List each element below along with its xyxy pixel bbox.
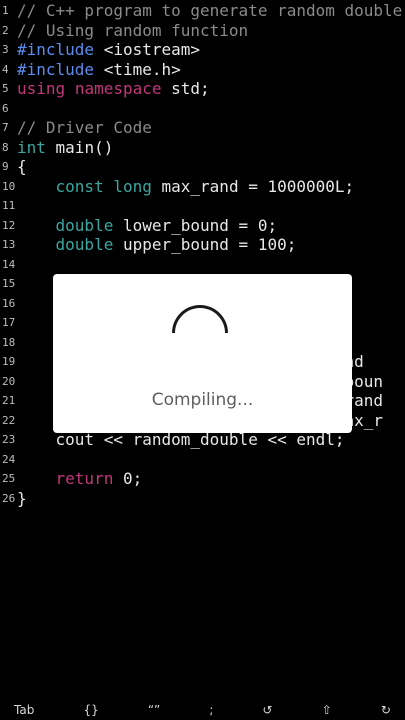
- code-token: return: [55, 469, 114, 488]
- code-token: // C++ program to generate random double: [17, 1, 403, 20]
- code-text: using namespace std;: [17, 79, 210, 99]
- code-line[interactable]: 25 return 0;: [0, 469, 405, 489]
- code-token: // Driver Code: [17, 118, 152, 137]
- code-token: namespace: [74, 79, 162, 98]
- line-number: 9: [2, 160, 9, 173]
- line-number: 20: [2, 374, 16, 388]
- code-line[interactable]: 24: [0, 450, 405, 470]
- code-line[interactable]: 14: [0, 255, 405, 275]
- code-token: double: [55, 235, 114, 254]
- code-line[interactable]: 11: [0, 196, 405, 216]
- line-number: 8: [2, 140, 9, 154]
- code-text: // C++ program to generate random double: [17, 1, 402, 21]
- braces-key[interactable]: {}: [83, 703, 98, 717]
- code-text: return 0;: [17, 469, 143, 489]
- code-line[interactable]: 1 // C++ program to generate random doubl…: [0, 1, 405, 21]
- code-line[interactable]: 10 const long max_rand = 1000000L;: [0, 177, 405, 197]
- code-token: using: [17, 79, 66, 98]
- line-number: 10: [2, 179, 16, 193]
- line-number: 24: [2, 452, 16, 466]
- quotes-key[interactable]: “”: [148, 703, 160, 717]
- line-number: 1: [2, 4, 9, 17]
- line-number: 4: [2, 62, 9, 76]
- code-text: }: [17, 489, 27, 509]
- line-number: 7: [2, 121, 9, 134]
- code-text: // Using random function: [17, 21, 248, 41]
- line-number: 17: [2, 316, 16, 329]
- code-line[interactable]: 5 using namespace std;: [0, 79, 405, 99]
- code-line[interactable]: 26}: [0, 489, 405, 509]
- code-text: #include <iostream>: [17, 40, 200, 60]
- semicolon-key[interactable]: ;: [209, 703, 213, 717]
- code-text: {: [17, 157, 27, 177]
- code-token: #include: [17, 59, 95, 79]
- code-token: const: [55, 176, 104, 196]
- line-number: 16: [2, 296, 16, 310]
- code-line[interactable]: 9{: [0, 157, 405, 177]
- code-token: upper_bound = 100;: [113, 235, 297, 254]
- code-token: max_rand = 1000000L;: [151, 176, 355, 196]
- code-text: // Driver Code: [17, 118, 152, 138]
- code-token: 0;: [113, 469, 143, 488]
- line-number: 5: [2, 82, 9, 95]
- code-line[interactable]: 13 double upper_bound = 100;: [0, 235, 405, 255]
- code-line[interactable]: 7 // Driver Code: [0, 118, 405, 138]
- compiling-status-text: Compiling...: [151, 390, 254, 410]
- code-token: int: [17, 137, 46, 157]
- code-text: const long max_rand = 1000000L;: [17, 176, 355, 197]
- line-number: 6: [2, 101, 9, 115]
- code-token: lower_bound = 0;: [113, 215, 278, 235]
- keyboard-shortcut-bar: Tab {} “”; ↺ ⇧ ↻: [0, 700, 405, 720]
- code-token: double: [55, 215, 114, 235]
- code-token: long: [113, 176, 152, 196]
- shift-icon[interactable]: ⇧: [322, 703, 332, 717]
- spinner-mask: [172, 333, 232, 365]
- undo-icon[interactable]: ↺: [263, 703, 273, 717]
- line-number: 21: [2, 394, 16, 407]
- code-line[interactable]: 6: [0, 99, 405, 119]
- line-number: 11: [2, 199, 16, 212]
- redo-icon[interactable]: ↻: [381, 703, 391, 717]
- line-number: 23: [2, 433, 16, 446]
- code-line[interactable]: 2 // Using random function: [0, 21, 405, 41]
- line-number: 12: [2, 218, 16, 232]
- code-token: {: [17, 157, 27, 176]
- code-token: }: [17, 488, 27, 508]
- line-number: 26: [2, 491, 16, 505]
- code-token: main(): [45, 137, 114, 157]
- code-text: #include <time.h>: [17, 60, 181, 80]
- code-token: <iostream>: [94, 40, 201, 59]
- code-text: double upper_bound = 100;: [17, 235, 297, 255]
- line-number: 2: [2, 23, 9, 37]
- code-text: int main(): [17, 138, 113, 158]
- line-number: 15: [2, 277, 16, 290]
- line-number: 22: [2, 413, 16, 427]
- line-number: 18: [2, 335, 16, 349]
- code-token: #include: [17, 40, 95, 59]
- code-token: <time.h>: [94, 59, 181, 79]
- line-number: 14: [2, 257, 16, 271]
- line-number: 19: [2, 355, 16, 368]
- code-line[interactable]: 12 double lower_bound = 0;: [0, 216, 405, 236]
- line-number: 13: [2, 238, 16, 251]
- code-line[interactable]: 3 #include <iostream>: [0, 40, 405, 60]
- tab-key[interactable]: Tab: [14, 703, 34, 717]
- code-line[interactable]: 4 #include <time.h>: [0, 60, 405, 80]
- code-token: // Using random function: [17, 20, 249, 40]
- code-text: double lower_bound = 0;: [17, 215, 278, 236]
- line-number: 3: [2, 43, 9, 56]
- code-token: std;: [161, 79, 210, 98]
- code-line[interactable]: 8 int main(): [0, 138, 405, 158]
- line-number: 25: [2, 472, 16, 485]
